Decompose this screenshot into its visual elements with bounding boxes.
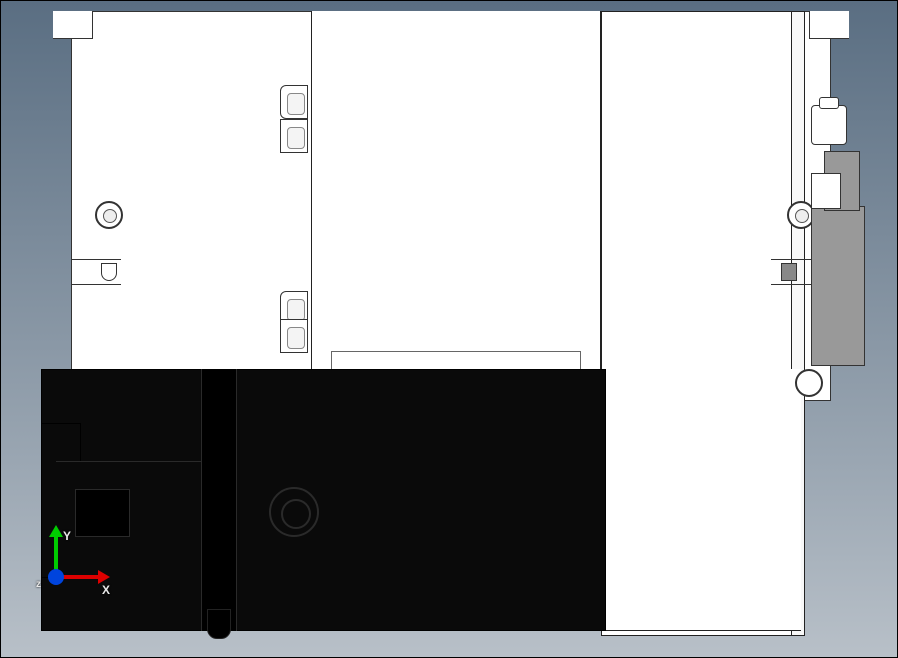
right-connector-tip (819, 97, 839, 109)
left-slot (101, 263, 117, 281)
cap-screw-left (95, 201, 123, 229)
cad-viewport[interactable]: Y X z (0, 0, 898, 658)
y-axis-label: Y (63, 529, 71, 543)
x-arrow-icon (98, 570, 110, 584)
right-slot (781, 263, 797, 281)
motor-terminal-box (75, 489, 130, 537)
motor-flange-ring (201, 369, 237, 631)
boss-lower-b (280, 319, 308, 353)
center-cover-lip (331, 351, 581, 371)
motor-shaft-bore (269, 487, 319, 537)
y-arrow-icon (49, 525, 63, 537)
mounting-bracket (811, 206, 865, 366)
boss-upper-b (280, 119, 308, 153)
motor-cable-gland (207, 609, 231, 639)
bracket-tab (811, 173, 841, 209)
x-axis-label: X (102, 583, 110, 597)
pivot-boss (795, 369, 823, 397)
housing-tab-right (809, 11, 849, 39)
housing-tab-left (53, 11, 93, 39)
cad-assembly (41, 11, 861, 636)
orientation-triad[interactable]: Y X z (36, 531, 106, 601)
z-axis-label: z (36, 579, 41, 590)
boss-upper-a (280, 85, 308, 119)
center-cover-plate (311, 11, 601, 371)
right-connector-cap (811, 105, 847, 145)
right-column-lower (601, 369, 801, 631)
z-axis-icon (48, 569, 64, 585)
